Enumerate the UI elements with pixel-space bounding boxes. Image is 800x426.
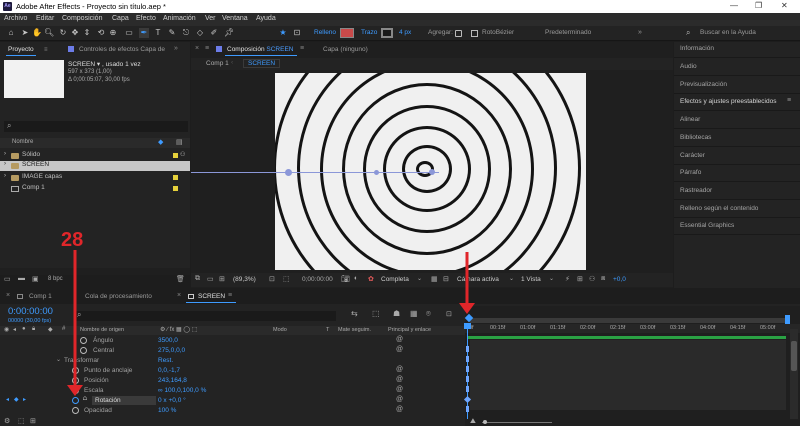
annotation-overlay: [67, 250, 475, 396]
step-number-annotation: 28: [61, 229, 84, 251]
annotation-arrowhead: [459, 303, 475, 314]
annotation-arrowhead: [67, 385, 83, 396]
